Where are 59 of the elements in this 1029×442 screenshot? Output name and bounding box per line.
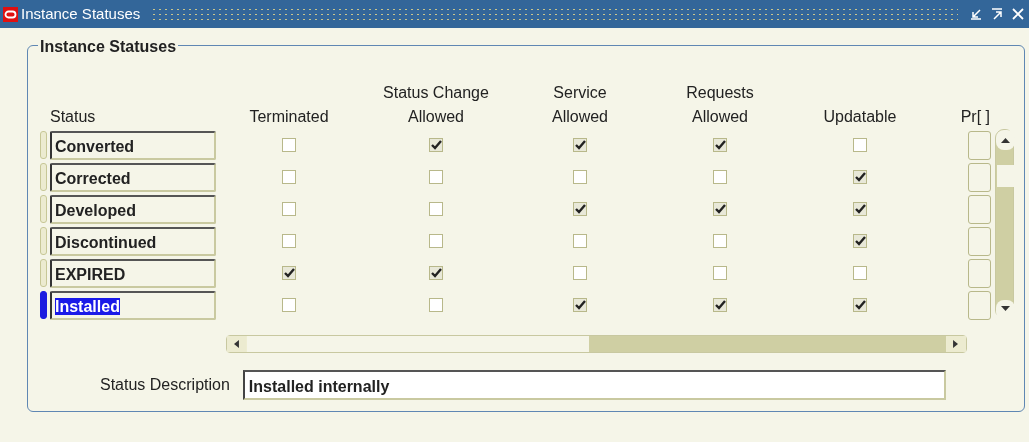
checkbox[interactable] [713, 202, 727, 216]
checkbox[interactable] [282, 266, 296, 280]
checkbox[interactable] [573, 170, 587, 184]
checkbox[interactable] [282, 298, 296, 312]
checkbox[interactable] [429, 202, 443, 216]
checkbox[interactable] [713, 298, 727, 312]
checkbox[interactable] [853, 298, 867, 312]
checkbox[interactable] [853, 202, 867, 216]
column-header: Terminated [248, 107, 330, 127]
text-field[interactable] [968, 162, 991, 192]
vertical-scrollbar[interactable] [995, 129, 1014, 319]
checkbox[interactable] [282, 202, 296, 216]
column-header: Updatable [822, 107, 898, 127]
text-field[interactable] [968, 258, 991, 288]
checkbox[interactable] [573, 298, 587, 312]
column-header: Status Change Allowed [382, 83, 490, 127]
checkbox[interactable] [573, 202, 587, 216]
checkbox[interactable] [573, 266, 587, 280]
maximize-icon[interactable] [990, 7, 1004, 21]
field-label: Status Description [100, 375, 230, 395]
description-field[interactable]: Installed internally [242, 370, 946, 400]
column-header: Service Allowed [551, 83, 609, 127]
checkbox[interactable] [282, 234, 296, 248]
checkbox[interactable] [713, 138, 727, 152]
minimize-icon[interactable] [969, 7, 983, 21]
checkbox[interactable] [282, 138, 296, 152]
checkbox[interactable] [713, 170, 727, 184]
app-logo-icon [3, 6, 18, 22]
status-field[interactable]: EXPIRED [50, 258, 216, 288]
text-field[interactable] [968, 130, 991, 160]
column-header: Requests Allowed [685, 83, 755, 127]
checkbox[interactable] [282, 170, 296, 184]
checkbox[interactable] [429, 266, 443, 280]
checkbox[interactable] [853, 138, 867, 152]
status-field[interactable]: Converted [50, 130, 216, 160]
column-header: Pr[ ] [959, 107, 990, 127]
record-indicator[interactable] [40, 291, 47, 319]
checkbox[interactable] [853, 266, 867, 280]
status-field[interactable]: Installed [50, 290, 216, 320]
checkbox[interactable] [853, 170, 867, 184]
window-title: Instance Statuses [21, 3, 141, 24]
checkbox[interactable] [573, 138, 587, 152]
status-field[interactable]: Corrected [50, 162, 216, 192]
status-field[interactable]: Developed [50, 194, 216, 224]
checkbox[interactable] [713, 266, 727, 280]
checkbox[interactable] [573, 234, 587, 248]
status-field[interactable]: Discontinued [50, 226, 216, 256]
checkbox[interactable] [429, 138, 443, 152]
column-header: Status [50, 107, 97, 127]
checkbox[interactable] [713, 234, 727, 248]
horizontal-scrollbar[interactable] [226, 335, 967, 353]
checkbox[interactable] [429, 298, 443, 312]
text-field[interactable] [968, 290, 991, 320]
checkbox[interactable] [429, 234, 443, 248]
checkbox[interactable] [853, 234, 867, 248]
text-field[interactable] [968, 226, 991, 256]
text-field[interactable] [968, 194, 991, 224]
checkbox[interactable] [429, 170, 443, 184]
close-icon[interactable] [1011, 7, 1025, 21]
